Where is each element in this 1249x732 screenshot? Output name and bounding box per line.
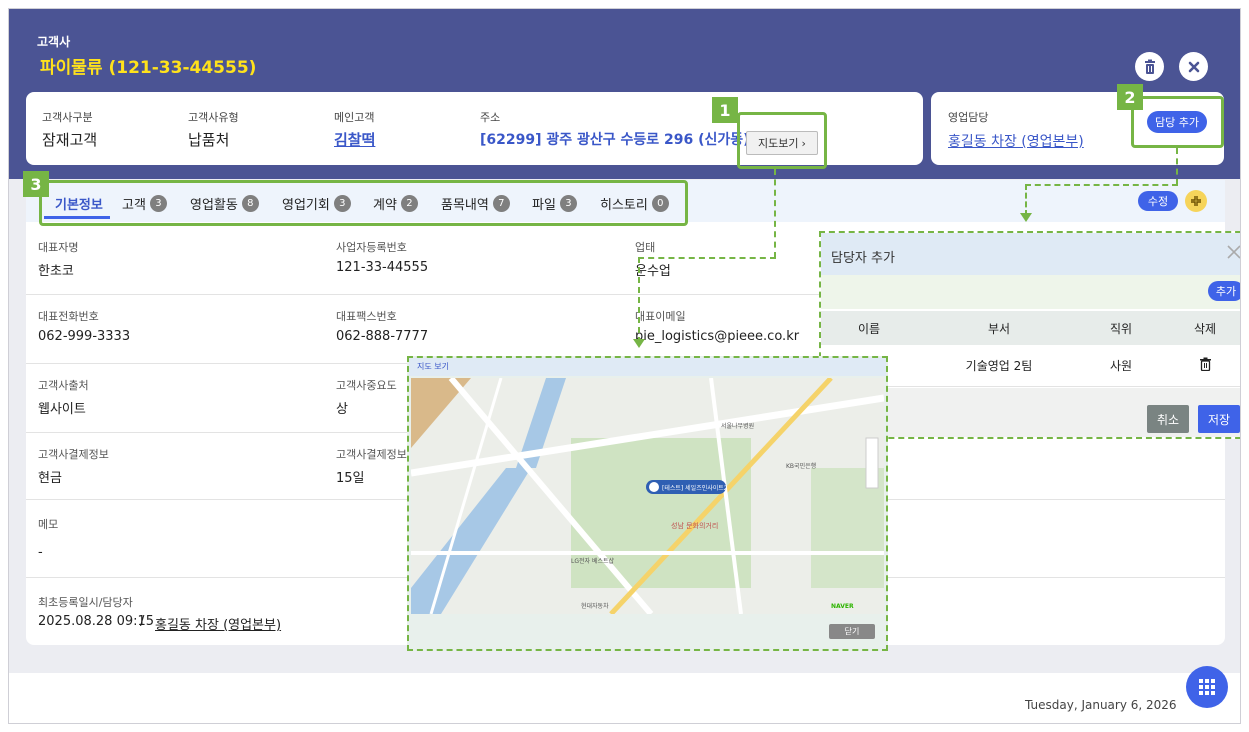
column-header-name: 이름 [857,322,881,336]
field-label-kind: 고객사유형 [188,111,239,124]
connector-line [638,257,640,343]
registered-date: 2025.08.28 09:15 [38,614,155,629]
map-view[interactable]: [테스트] 세일즈인사이트2 KB국민은행 서울나무병원 성남 문화의거리 LG… [411,378,884,614]
column-header-delete: 삭제 [1193,322,1217,336]
callout-number-3: 3 [23,171,49,197]
field-label-address: 주소 [480,111,501,124]
popup-toolbar [821,275,1240,309]
payday-value: 15일 [336,471,365,486]
page-label: 고객사 [37,35,71,49]
field-label-main-customer: 메인고객 [334,111,375,124]
cancel-button[interactable]: 취소 [1147,405,1189,433]
add-row-button[interactable]: 추가 [1208,281,1240,301]
connector-line [638,257,776,259]
fax-value: 062-888-7777 [336,329,429,344]
collapse-button[interactable] [1185,190,1207,212]
connector-line [1025,184,1027,216]
biz-no-label: 사업자등록번호 [336,241,407,254]
field-value-kind: 납품처 [188,131,230,149]
map-label: LG전자 베스트샵 [571,557,614,565]
save-button[interactable]: 저장 [1198,405,1240,433]
grid-icon [1199,679,1215,695]
registered-user-link[interactable]: 홍길동 차장 (영업본부) [155,614,281,633]
phone-value: 062-999-3333 [38,329,131,344]
importance-value: 상 [336,402,348,417]
sales-manager-link[interactable]: 홍길동 차장 (영업본부) [948,131,1084,151]
map-label: NAVER [831,603,854,610]
connector-line [1025,184,1178,186]
delete-button[interactable] [1135,52,1164,81]
field-label-type: 고객사구분 [42,111,93,124]
registered-label: 최초등록일시/담당자 [38,596,133,609]
map-label: 서울나무병원 [721,422,754,430]
row-dept: 기술영업 2팀 [965,359,1033,373]
arrow-down-icon [633,339,645,348]
close-icon [1188,61,1199,72]
callout-number-1: 1 [712,97,738,123]
map-label: 성남 문화의거리 [671,521,718,530]
address-value: [62299] 광주 광산구 수등로 296 (신가동) [480,132,750,148]
map-modal-title: 지도 보기 [417,362,449,371]
apps-menu-button[interactable] [1186,666,1228,708]
column-header-dept: 부서 [987,322,1011,336]
rep-name-label: 대표자명 [38,241,79,254]
sales-label: 영업담당 [948,111,989,124]
email-label: 대표이메일 [635,310,686,323]
rep-name-value: 한초코 [38,264,74,279]
main-customer-link[interactable]: 김찰떡 [334,129,375,150]
source-label: 고객사출처 [38,379,89,392]
map-marker-label: [테스트] 세일즈인사이트2 [662,484,728,492]
map-label: 현대자동차 [581,602,609,610]
payday-label: 고객사결제정보 [336,448,407,461]
callout-number-2: 2 [1117,84,1143,110]
trash-icon[interactable] [1199,357,1212,371]
close-button[interactable] [1179,52,1208,81]
map-modal: 지도 보기 [테스트] 세일즈인사이트2 KB국민은행 서울나무병원 성남 문화… [407,356,888,651]
map-label: KB국민은행 [786,462,816,470]
phone-label: 대표전화번호 [38,310,99,323]
collapse-icon [1191,196,1201,206]
biz-type-value: 운수업 [635,264,671,279]
row-position: 사원 [1109,359,1133,373]
payment-label: 고객사결제정보 [38,448,109,461]
connector-line [1176,148,1178,185]
app-window: 고객사 파이물류 (121-33-44555) 고객사구분 잠재고객 고객사유형… [8,8,1241,724]
payment-value: 현금 [38,471,62,486]
map-close-button[interactable]: 닫기 [829,624,875,639]
biz-type-label: 업태 [635,241,656,254]
footer-date: Tuesday, January 6, 2026 [1025,698,1177,712]
page-title: 파이물류 (121-33-44555) [40,58,257,78]
footer: Tuesday, January 6, 2026 [9,666,1240,723]
importance-label: 고객사중요도 [336,379,397,392]
connector-line [774,169,776,258]
source-value: 웹사이트 [38,402,86,417]
registered-separator: / [140,614,145,629]
callout-box-3 [39,180,688,226]
email-value: pie_logistics@pieee.co.kr [635,329,800,344]
trash-icon [1144,59,1155,74]
callout-box-1 [737,112,827,169]
edit-button[interactable]: 수정 [1138,191,1178,211]
popup-title: 담당자 추가 [831,251,895,266]
biz-no-value: 121-33-44555 [336,260,429,275]
map-modal-header [409,358,886,376]
column-header-position: 직위 [1109,322,1133,336]
close-icon[interactable] [1227,245,1241,259]
callout-box-2 [1131,96,1224,148]
fax-label: 대표팩스번호 [336,310,397,323]
field-value-type: 잠재고객 [42,131,98,149]
memo-label: 메모 [38,518,59,531]
arrow-down-icon [1020,213,1032,222]
memo-value: - [38,545,43,560]
